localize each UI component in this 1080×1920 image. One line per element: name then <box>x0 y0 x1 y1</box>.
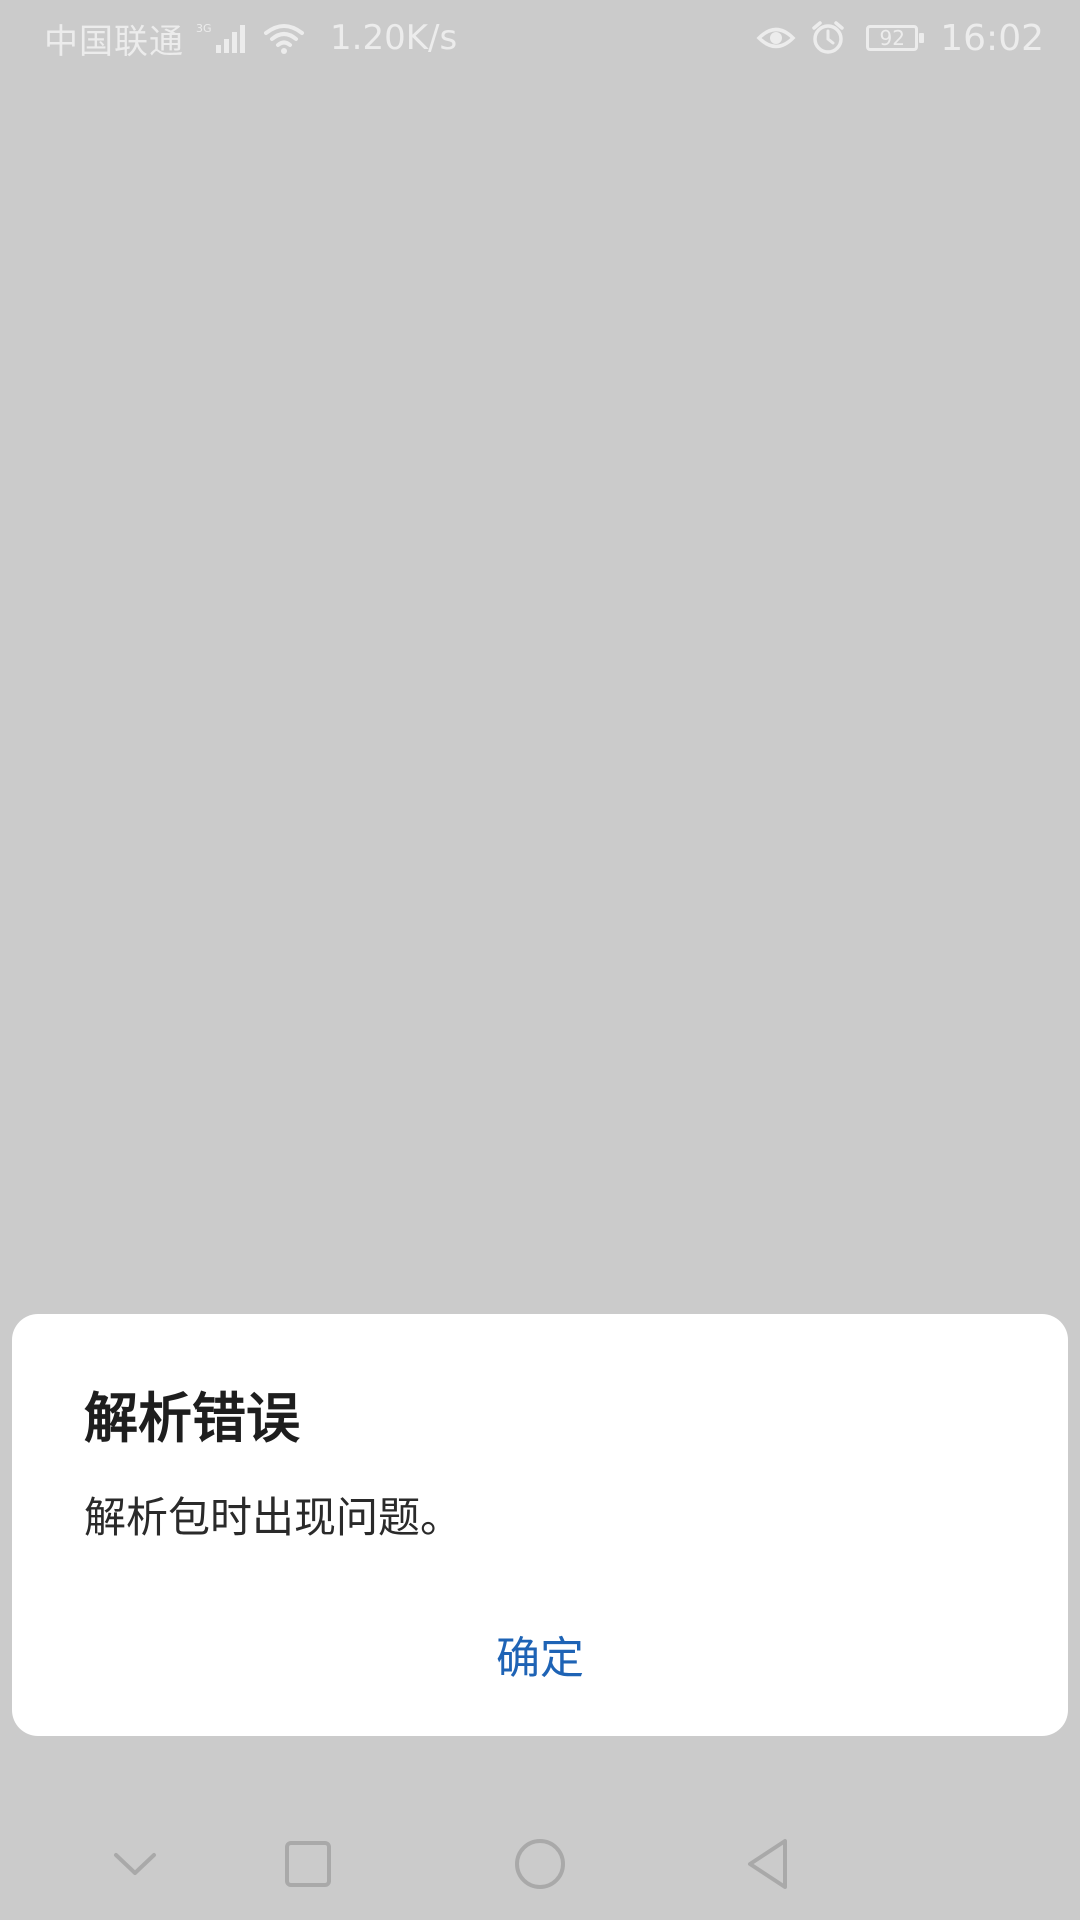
wifi-icon <box>262 21 306 55</box>
status-right: 92 16:02 <box>756 0 1044 76</box>
alarm-icon <box>810 20 846 56</box>
eye-icon <box>756 23 796 53</box>
status-time: 16:02 <box>940 17 1044 59</box>
nav-recents-icon[interactable] <box>268 1824 348 1904</box>
battery-level: 92 <box>879 26 905 50</box>
status-bar: 中国联通 3G 1.20K/s 92 16:02 <box>0 0 1080 76</box>
battery-icon: 92 <box>866 25 925 51</box>
confirm-button[interactable]: 确定 <box>12 1604 1068 1704</box>
nav-home-icon[interactable] <box>500 1824 580 1904</box>
navigation-bar <box>0 1800 1080 1920</box>
nav-down-icon[interactable] <box>95 1824 175 1904</box>
status-left: 中国联通 3G 1.20K/s <box>44 0 457 76</box>
carrier-name: 中国联通 <box>44 21 184 62</box>
dialog-message: 解析包时出现问题。 <box>84 1493 463 1542</box>
nav-back-icon[interactable] <box>728 1824 808 1904</box>
signal-icon: 3G <box>194 21 252 55</box>
svg-text:3G: 3G <box>196 22 212 35</box>
dialog-title: 解析错误 <box>84 1387 300 1450</box>
net-speed: 1.20K/s <box>330 18 458 58</box>
error-dialog: 解析错误 解析包时出现问题。 确定 <box>12 1314 1068 1736</box>
